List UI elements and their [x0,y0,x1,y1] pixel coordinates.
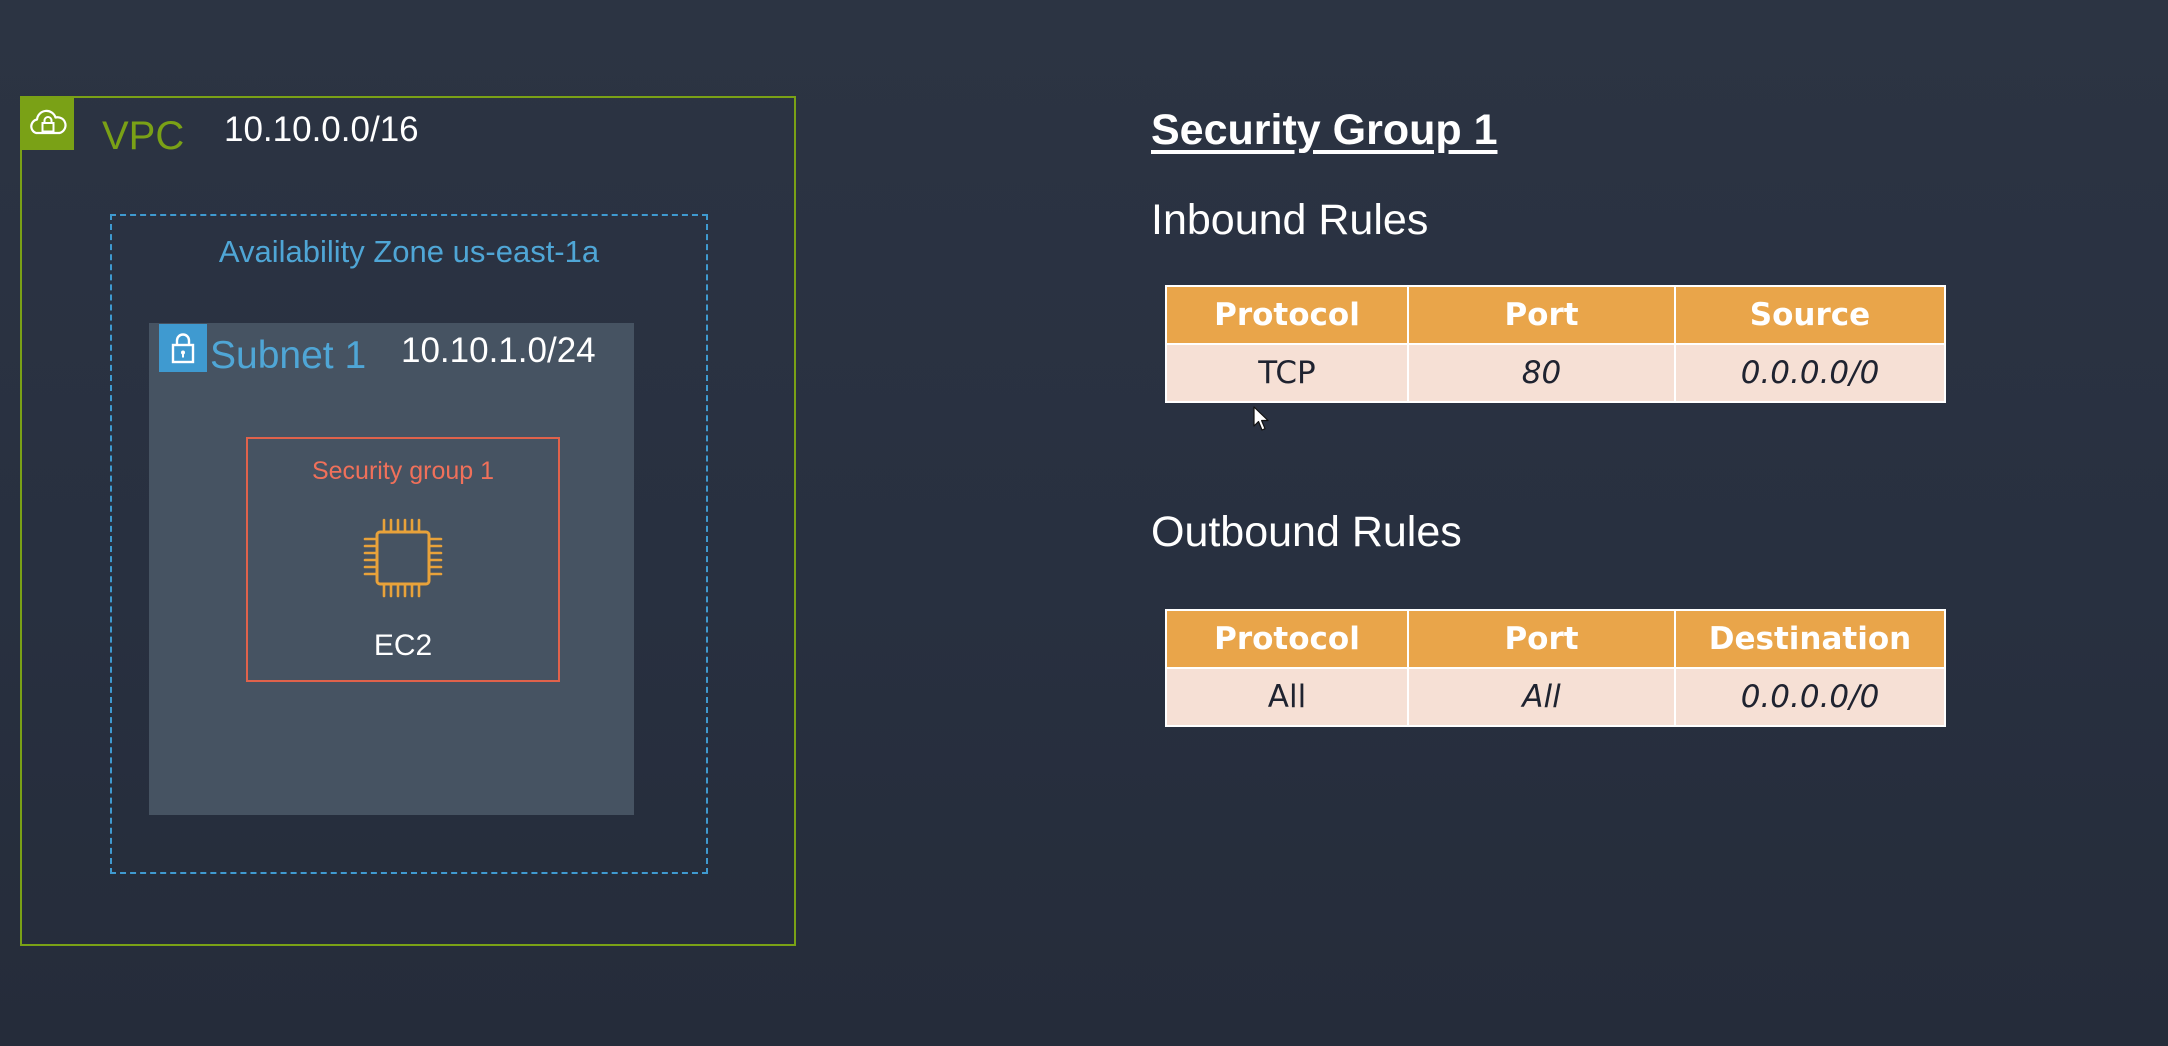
mouse-pointer-icon [1253,406,1269,431]
vpc-cidr: 10.10.0.0/16 [224,110,419,149]
column-header-destination: Destination [1674,609,1946,669]
lock-icon [159,324,207,372]
availability-zone-label: Availability Zone us-east-1a [218,234,600,269]
table-row: All All 0.0.0.0/0 [1165,667,1946,727]
cell-port: 80 [1407,343,1676,403]
security-group-container: Security group 1 EC2 [246,437,560,682]
subnet-cidr: 10.10.1.0/24 [401,331,596,370]
outbound-rules-table: Protocol Port Destination All All 0.0.0.… [1165,609,1946,727]
security-group-label: Security group 1 [311,457,495,485]
cell-source: 0.0.0.0/0 [1674,343,1946,403]
cell-protocol: All [1165,667,1409,727]
table-header-row: Protocol Port Source [1165,285,1946,345]
cell-protocol: TCP [1165,343,1409,403]
column-header-protocol: Protocol [1165,609,1409,669]
table-header-row: Protocol Port Destination [1165,609,1946,669]
column-header-protocol: Protocol [1165,285,1409,345]
table-row: TCP 80 0.0.0.0/0 [1165,343,1946,403]
column-header-source: Source [1674,285,1946,345]
inbound-rules-heading: Inbound Rules [1151,196,1429,244]
ec2-label: EC2 [373,629,433,662]
cell-destination: 0.0.0.0/0 [1674,667,1946,727]
cell-port: All [1407,667,1676,727]
inbound-rules-table: Protocol Port Source TCP 80 0.0.0.0/0 [1165,285,1946,403]
vpc-label: VPC [102,114,185,158]
column-header-port: Port [1407,609,1676,669]
security-group-title: Security Group 1 [1151,106,1498,154]
outbound-rules-heading: Outbound Rules [1151,508,1462,556]
subnet-label: Subnet 1 [210,334,367,377]
column-header-port: Port [1407,285,1676,345]
ec2-chip-icon [363,518,443,598]
cloud-lock-icon [22,98,74,150]
